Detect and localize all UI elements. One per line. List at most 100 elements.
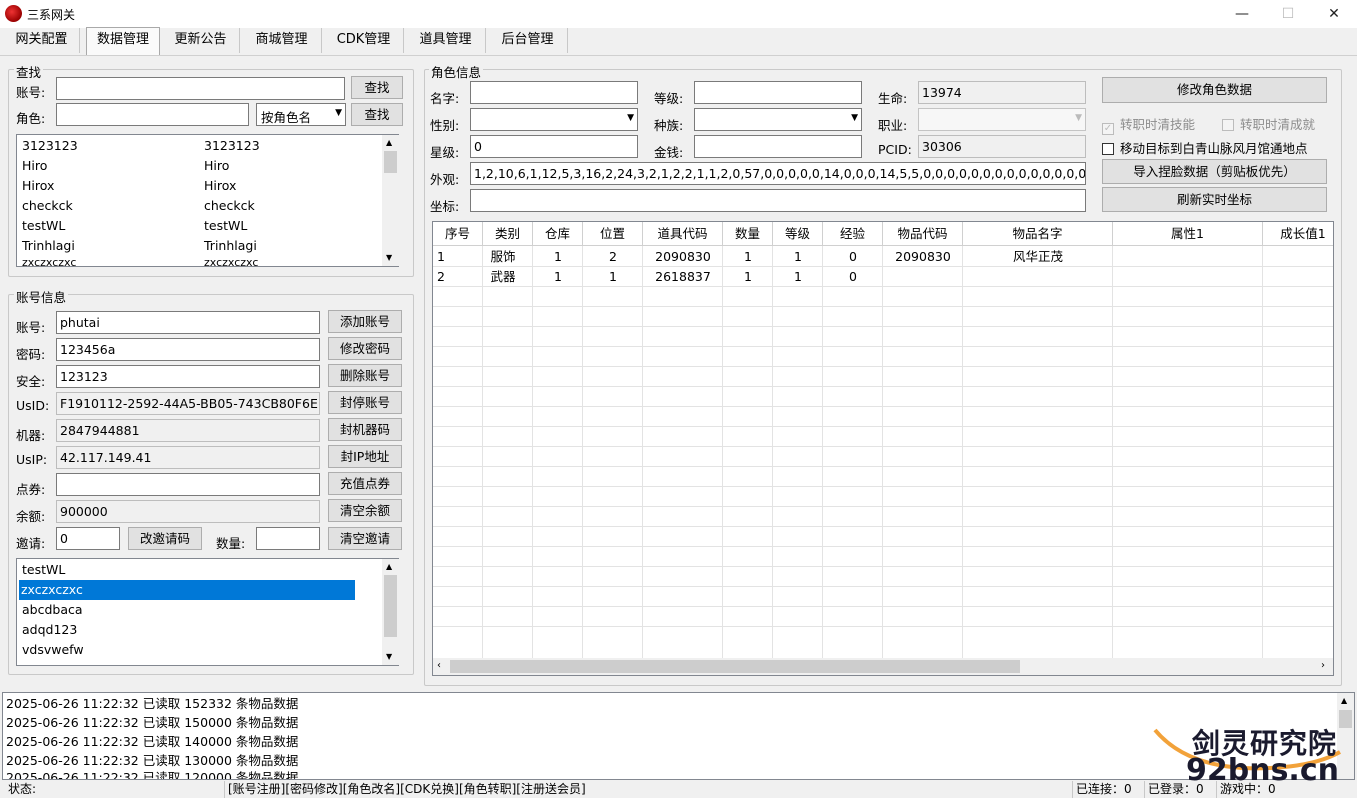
list-item[interactable]: Hirox [22, 176, 54, 196]
tab-mall-management[interactable]: 商城管理 [242, 28, 322, 53]
balance-input[interactable]: 900000 [56, 500, 320, 523]
col-header[interactable]: 成长值1 [1263, 222, 1333, 246]
list-item[interactable]: testWL [204, 216, 247, 236]
list-item[interactable]: testWL [22, 216, 65, 236]
clear-invite-button[interactable]: 清空邀请 [328, 527, 402, 550]
tab-gateway-config[interactable]: 网关配置 [4, 28, 80, 53]
invite-input[interactable]: 0 [56, 527, 120, 550]
tab-cdk-management[interactable]: CDK管理 [324, 28, 404, 53]
col-header[interactable]: 位置 [583, 222, 643, 246]
ban-account-button[interactable]: 封停账号 [328, 391, 402, 414]
list-item[interactable]: abcdbaca [22, 600, 83, 620]
list-item[interactable]: 3123123 [204, 136, 260, 156]
role-look-input[interactable]: 1,2,10,6,1,12,5,3,16,2,24,3,2,1,2,2,1,1,… [470, 162, 1086, 185]
list-item[interactable]: Hirox [204, 176, 236, 196]
security-input[interactable]: 123123 [56, 365, 320, 388]
minimize-button[interactable]: — [1219, 0, 1265, 28]
tab-data-management[interactable]: 数据管理 [86, 27, 160, 55]
account-input[interactable]: phutai [56, 311, 320, 334]
col-header[interactable]: 等级 [773, 222, 823, 246]
clear-achieve-checkbox[interactable]: 转职时清成就 [1222, 114, 1315, 133]
points-input[interactable] [56, 473, 320, 496]
search-role-input[interactable] [56, 103, 249, 126]
list-item[interactable]: adqd123 [22, 620, 77, 640]
role-hp-input[interactable]: 13974 [918, 81, 1086, 104]
import-face-button[interactable]: 导入捏脸数据（剪贴板优先） [1102, 159, 1327, 184]
change-password-button[interactable]: 修改密码 [328, 337, 402, 360]
password-input[interactable]: 123456a [56, 338, 320, 361]
scroll-thumb[interactable] [384, 575, 397, 637]
col-header[interactable]: 类别 [483, 222, 533, 246]
role-list[interactable]: testWL zxczxczxc abcdbaca adqd123 vdsvwe… [16, 558, 399, 666]
tab-update-notice[interactable]: 更新公告 [162, 28, 240, 53]
role-job-select[interactable]: ▼ [918, 108, 1086, 131]
list-item[interactable]: checkck [204, 196, 255, 216]
recharge-points-button[interactable]: 充值点券 [328, 472, 402, 495]
search-account-button[interactable]: 查找 [351, 76, 403, 99]
scroll-up-icon[interactable]: ▲ [386, 562, 392, 571]
list-item[interactable]: testWL [22, 560, 65, 580]
list-item[interactable]: vdsvwefw [22, 640, 84, 660]
search-list-scrollbar[interactable]: ▲ ▼ [382, 135, 399, 266]
items-hscrollbar[interactable]: ‹ › [433, 658, 1333, 675]
scroll-left-icon[interactable]: ‹ [437, 660, 441, 671]
search-mode-select[interactable]: 按角色名 ▼ [256, 103, 346, 126]
refresh-coord-button[interactable]: 刷新实时坐标 [1102, 187, 1327, 212]
move-target-checkbox[interactable]: 移动目标到白青山脉风月馆通地点 [1102, 138, 1308, 157]
usid-input[interactable]: F1910112-2592-44A5-BB05-743CB80F6E [56, 392, 320, 415]
list-item[interactable]: Trinhlagi [204, 236, 257, 256]
list-item[interactable]: 3123123 [22, 136, 78, 156]
ban-ip-button[interactable]: 封IP地址 [328, 445, 402, 468]
col-header[interactable]: 数量 [723, 222, 773, 246]
tab-backend-management[interactable]: 后台管理 [488, 28, 568, 53]
scroll-up-icon[interactable]: ▲ [1341, 696, 1347, 705]
usip-input[interactable]: 42.117.149.41 [56, 446, 320, 469]
ban-machine-button[interactable]: 封机器码 [328, 418, 402, 441]
list-item[interactable]: Trinhlagi [22, 236, 75, 256]
modify-role-button[interactable]: 修改角色数据 [1102, 77, 1327, 103]
scroll-right-icon[interactable]: › [1321, 660, 1325, 671]
list-item-selected[interactable]: zxczxczxc [19, 580, 355, 600]
scroll-up-icon[interactable]: ▲ [386, 138, 392, 147]
list-item[interactable]: Hiro [22, 156, 47, 176]
role-name-input[interactable] [470, 81, 638, 104]
role-gender-select[interactable]: ▼ [470, 108, 638, 131]
close-button[interactable]: ✕ [1311, 0, 1357, 28]
scroll-down-icon[interactable]: ▼ [386, 253, 392, 262]
clear-balance-button[interactable]: 清空余额 [328, 499, 402, 522]
scroll-thumb[interactable] [384, 151, 397, 173]
role-list-scrollbar[interactable]: ▲ ▼ [382, 559, 399, 665]
list-item[interactable]: zxczxczxc [22, 256, 76, 266]
search-results-list[interactable]: 3123123 3123123 Hiro Hiro Hirox Hirox ch… [16, 134, 399, 267]
role-race-select[interactable]: ▼ [694, 108, 862, 131]
role-money-input[interactable] [694, 135, 862, 158]
role-star-input[interactable]: 0 [470, 135, 638, 158]
count-input[interactable] [256, 527, 320, 550]
scroll-down-icon[interactable]: ▼ [386, 652, 392, 661]
list-item[interactable]: Hiro [204, 156, 229, 176]
col-header[interactable]: 物品名字 [963, 222, 1113, 246]
grid-line [433, 326, 1333, 327]
role-level-input[interactable] [694, 81, 862, 104]
maximize-button[interactable]: ☐ [1265, 0, 1311, 28]
col-header[interactable]: 仓库 [533, 222, 583, 246]
col-header[interactable]: 道具代码 [643, 222, 723, 246]
col-header[interactable]: 序号 [433, 222, 483, 246]
scroll-thumb[interactable] [450, 660, 1020, 673]
tab-item-management[interactable]: 道具管理 [406, 28, 486, 53]
clear-skill-checkbox[interactable]: ✓ 转职时清技能 [1102, 114, 1195, 135]
search-account-input[interactable] [56, 77, 345, 100]
list-item[interactable]: zxczxczxc [204, 256, 258, 266]
col-header[interactable]: 经验 [823, 222, 883, 246]
change-invite-button[interactable]: 改邀请码 [128, 527, 202, 550]
search-role-button[interactable]: 查找 [351, 103, 403, 126]
delete-account-button[interactable]: 删除账号 [328, 364, 402, 387]
role-pcid-input[interactable]: 30306 [918, 135, 1086, 158]
list-item[interactable]: checkck [22, 196, 73, 216]
col-header[interactable]: 属性1 [1113, 222, 1263, 246]
machine-input[interactable]: 2847944881 [56, 419, 320, 442]
add-account-button[interactable]: 添加账号 [328, 310, 402, 333]
role-coord-input[interactable] [470, 189, 1086, 212]
items-grid[interactable]: 序号 类别 仓库 位置 道具代码 数量 等级 经验 物品代码 物品名字 属性1 … [432, 221, 1334, 676]
col-header[interactable]: 物品代码 [883, 222, 963, 246]
